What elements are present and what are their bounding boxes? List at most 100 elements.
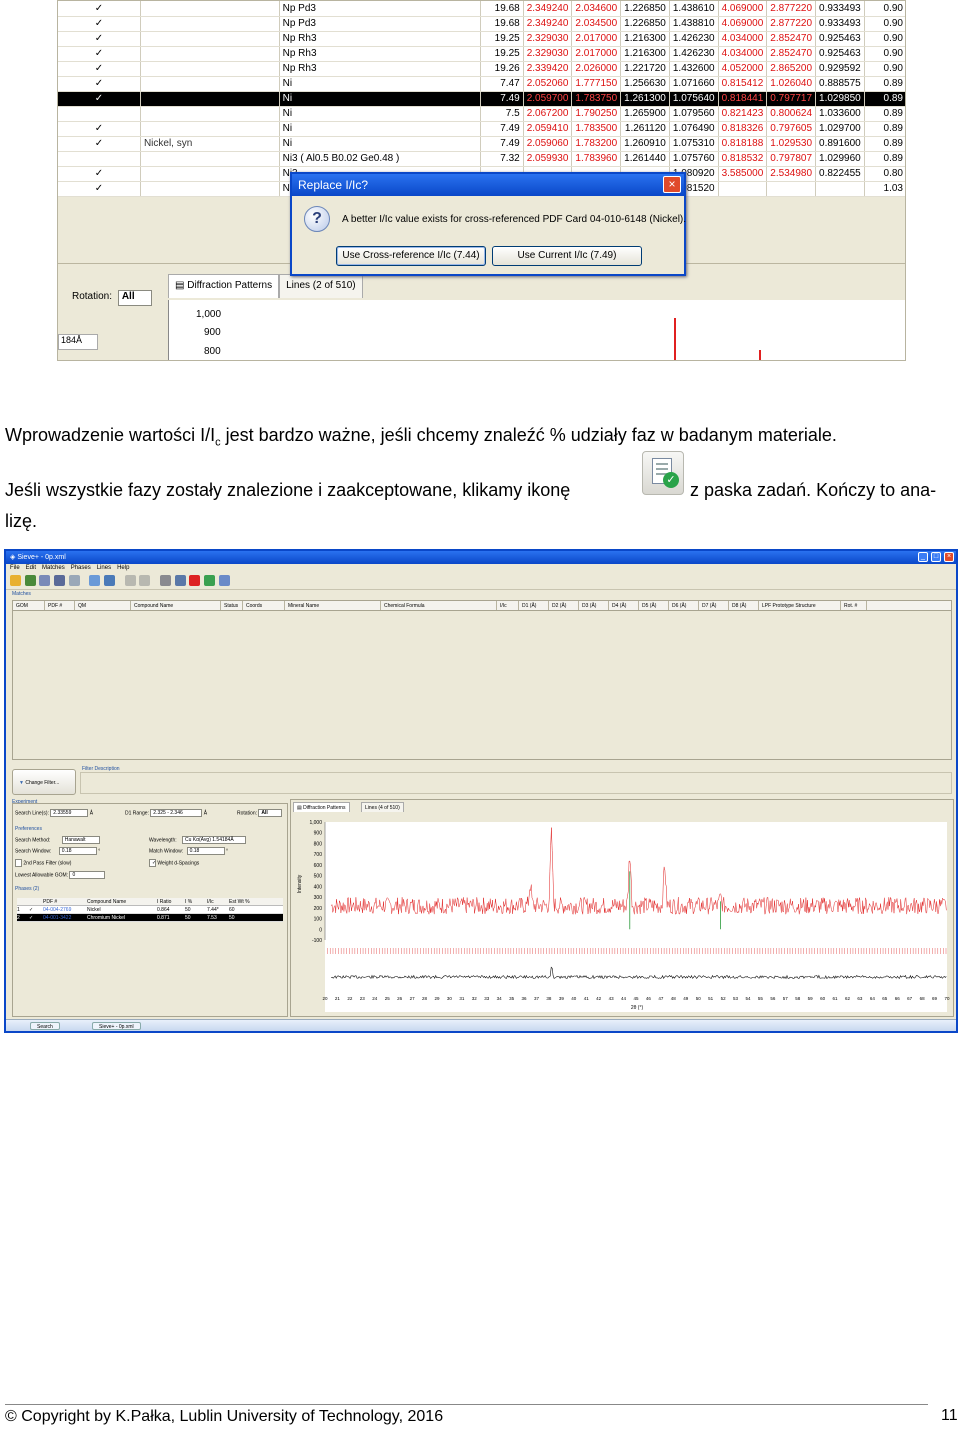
column-header[interactable]: Est Wt % — [229, 898, 259, 905]
menu-item[interactable]: File — [10, 565, 20, 571]
edit-icon[interactable] — [89, 575, 101, 586]
table-cell: 2.534980 — [766, 166, 817, 182]
redo-icon[interactable] — [139, 575, 151, 586]
table-row[interactable]: ✓ Nickel, syn Ni 7.49 2.059060 1.783200 1.2609… — [58, 136, 905, 152]
table-cell: Ni — [279, 121, 481, 137]
table-cell: Np Pd3 — [279, 16, 481, 32]
table-cell: 2.067200 — [523, 106, 573, 122]
import-icon[interactable] — [24, 575, 36, 586]
use-current-button[interactable]: Use Current I/Ic (7.49) — [492, 246, 642, 266]
maximize-icon[interactable]: □ — [931, 552, 941, 562]
table-row[interactable]: ✓ Np Pd3 19.68 2.349240 2.034500 1.226850 1.43… — [58, 16, 905, 32]
column-header[interactable]: D4 (Å) — [609, 601, 639, 610]
table-row[interactable]: ✓ Np Rh3 19.25 2.329030 2.017000 1.216300 1.42… — [58, 46, 905, 62]
rotation-select[interactable]: All — [258, 809, 283, 817]
rotation-select[interactable]: All — [117, 290, 152, 306]
delete-icon[interactable] — [189, 575, 201, 586]
column-header[interactable]: D8 (Å) — [729, 601, 759, 610]
table-row[interactable]: ✓ Ni 7.47 2.052060 1.777150 1.256630 1.071660 0… — [58, 76, 905, 92]
menu-item[interactable]: Phases — [71, 565, 91, 571]
lowest-gom-input[interactable]: 0 — [69, 871, 106, 879]
paragraph-finish-a: Jeśli wszystkie fazy zostały znalezione … — [5, 480, 571, 500]
column-header[interactable]: D3 (Å) — [579, 601, 609, 610]
close-icon[interactable]: × — [663, 176, 681, 193]
tab-diffraction-patterns[interactable]: ▤ Diffraction Patterns — [293, 802, 350, 812]
screenshot-replace-iic-dialog: ✓ Np Pd3 19.68 2.349240 2.034600 1.226850 1.43… — [57, 0, 906, 361]
menu-item[interactable]: Edit — [26, 565, 36, 571]
change-filter-button[interactable]: ▼ Change Filter... — [12, 769, 76, 795]
open-icon[interactable] — [10, 575, 21, 586]
table-row[interactable]: ✓ Np Pd3 19.68 2.349240 2.034600 1.226850 1.43… — [58, 1, 905, 17]
column-header[interactable]: QM — [75, 601, 131, 610]
menu-item[interactable]: Help — [117, 565, 129, 571]
phase-row[interactable]: 2 ✓ 04-001-3422 Chromium Nickel 0.871 50 7.53 5… — [17, 914, 283, 922]
settings-icon[interactable] — [174, 575, 186, 586]
second-pass-checkbox[interactable] — [15, 859, 22, 867]
use-cross-reference-button[interactable]: Use Cross-reference I/Ic (7.44) — [336, 246, 486, 266]
column-header[interactable]: PDF # — [45, 601, 75, 610]
print-icon[interactable] — [68, 575, 80, 586]
save-icon[interactable] — [39, 575, 51, 586]
y-tick-label: 100 — [314, 917, 323, 923]
taskbar-search[interactable]: Search — [30, 1022, 60, 1030]
column-header[interactable]: Chemical Formula — [381, 601, 497, 610]
column-header[interactable]: D7 (Å) — [699, 601, 729, 610]
menu-item[interactable]: Lines — [97, 565, 111, 571]
column-header[interactable]: LPF Prototype Structure — [759, 601, 841, 610]
y-axis-label: Intensity — [297, 874, 303, 893]
x-tick-label: 63 — [857, 996, 863, 1001]
column-header[interactable]: D2 (Å) — [549, 601, 579, 610]
tab-lines[interactable]: Lines (2 of 510) — [279, 274, 363, 298]
wavelength-select[interactable]: Cu Kα(Avg) 1.54184Å — [182, 836, 246, 844]
column-header[interactable]: D1 (Å) — [519, 601, 549, 610]
dialog-titlebar: Replace I/Ic? × — [292, 174, 684, 196]
table-cell: 1.221720 — [620, 61, 670, 77]
column-header[interactable]: Status — [221, 601, 243, 610]
column-header[interactable]: I/Ic — [207, 898, 229, 905]
table-row[interactable]: ✓ Np Rh3 19.25 2.329030 2.017000 1.216300 1.42… — [58, 31, 905, 47]
column-header[interactable]: Rot. # — [841, 601, 867, 610]
tab-lines[interactable]: Lines (4 of 510) — [361, 802, 404, 812]
column-header[interactable]: Compound Name — [131, 601, 221, 610]
minimize-icon[interactable]: _ — [918, 552, 928, 562]
column-header[interactable]: Coords — [243, 601, 285, 610]
search-method-select[interactable]: Hanawalt — [61, 836, 100, 844]
table-cell: 1.783750 — [571, 91, 622, 107]
phase-row[interactable]: 1 ✓ 04-004-2769 Nickel 0.864 50 7.44* 60 — [17, 906, 283, 914]
accept-icon[interactable] — [204, 575, 216, 586]
column-header[interactable]: GOM — [13, 601, 45, 610]
table-cell: ✓ — [58, 91, 141, 107]
search-lines-input[interactable]: 2.33559 — [50, 809, 89, 817]
table-row[interactable]: ✓ Ni 7.49 2.059700 1.783750 1.261300 1.075640 0… — [58, 91, 905, 107]
close-icon[interactable]: × — [944, 552, 954, 562]
search-window-input[interactable]: 0.18 — [58, 847, 97, 855]
table-row[interactable]: ✓ Ni 7.49 2.059410 1.783500 1.261120 1.076490 0… — [58, 121, 905, 137]
undo-icon[interactable] — [124, 575, 136, 586]
column-header[interactable]: Compound Name — [87, 898, 157, 905]
table-row[interactable]: Ni3 ( Al0.5 B0.02 Ge0.48 ) 7.32 2.059930 1.… — [58, 151, 905, 167]
properties-icon[interactable] — [104, 575, 116, 586]
x-tick-label: 67 — [907, 996, 913, 1001]
y-tick-label: -100 — [312, 938, 322, 944]
save-as-icon[interactable] — [54, 575, 66, 586]
d1-range-input[interactable]: 2.325 - 2.346 — [150, 809, 203, 817]
dialog-message: A better I/Ic value exists for cross-ref… — [342, 214, 687, 225]
weight-checkbox[interactable]: ✓ — [149, 859, 156, 867]
table-cell: 1.260910 — [620, 136, 670, 152]
taskbar-app[interactable]: Sieve+ - 0p.xml — [92, 1022, 141, 1030]
column-header[interactable]: D6 (Å) — [669, 601, 699, 610]
column-header[interactable]: D5 (Å) — [639, 601, 669, 610]
tab-diffraction-patterns[interactable]: ▤ Diffraction Patterns — [168, 274, 280, 298]
menu-item[interactable]: Matches — [42, 565, 65, 571]
zoom-icon[interactable] — [218, 575, 230, 586]
table-row[interactable]: ✓ Np Rh3 19.26 2.339420 2.026000 1.221720 1.43… — [58, 61, 905, 77]
column-header[interactable]: PDF # — [43, 898, 87, 905]
match-window-input[interactable]: 0.18 — [186, 847, 225, 855]
find-icon[interactable] — [160, 575, 172, 586]
column-header[interactable]: I % — [185, 898, 207, 905]
column-header[interactable]: I/Ic — [497, 601, 519, 610]
column-header[interactable]: I Ratio — [157, 898, 185, 905]
table-cell: 0.800624 — [766, 106, 817, 122]
table-row[interactable]: Ni 7.5 2.067200 1.790250 1.265900 1.079560 0.8… — [58, 106, 905, 122]
column-header[interactable]: Mineral Name — [285, 601, 381, 610]
